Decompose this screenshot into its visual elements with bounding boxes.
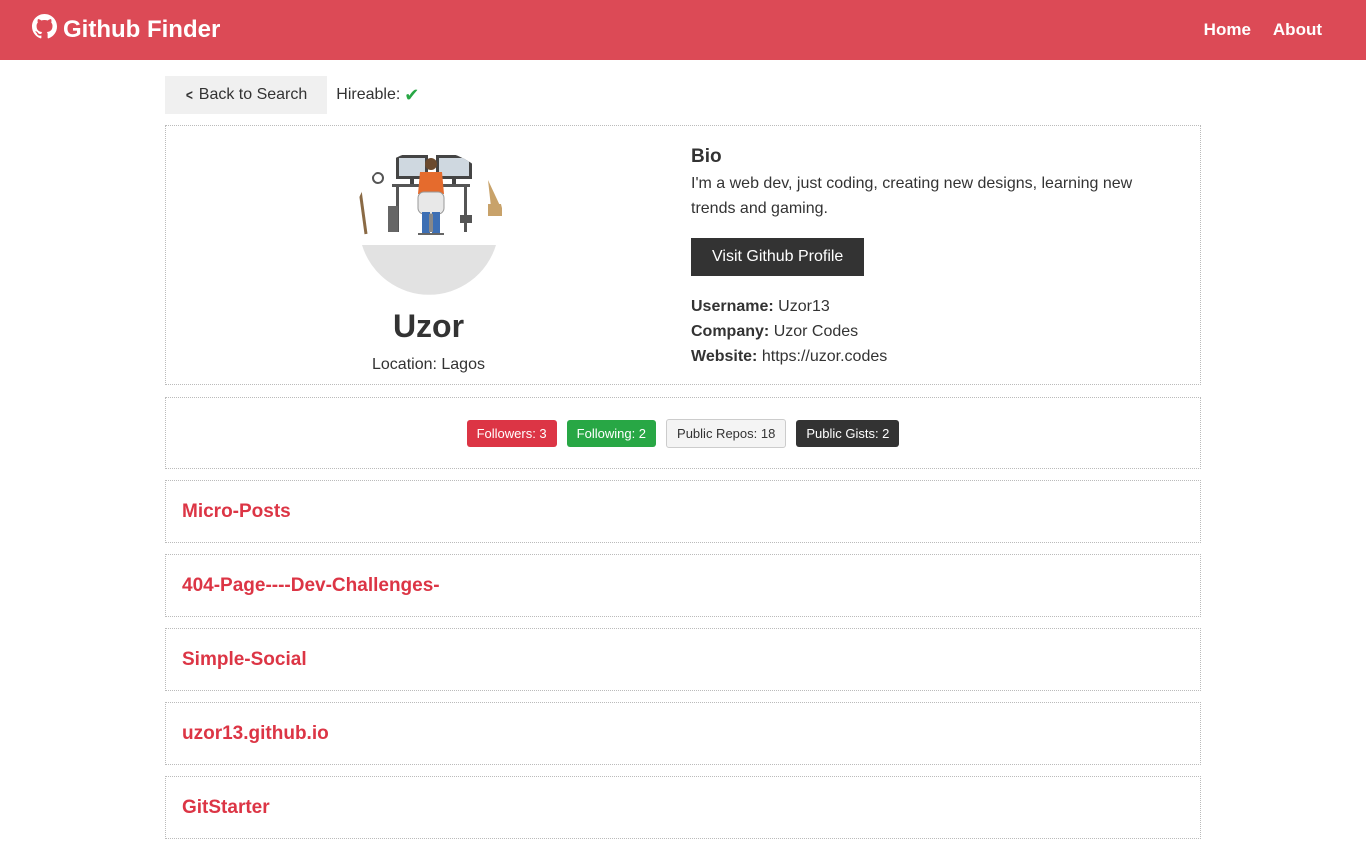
website-value: https://uzor.codes [761,348,888,365]
visit-github-profile-button[interactable]: Visit Github Profile [691,238,865,276]
profile-summary: Uzor Location: Lagos [166,126,691,384]
company-row: Company: Uzor Codes [691,319,1200,344]
repo-link[interactable]: uzor13.github.io [182,723,329,745]
hireable-status: Hireable: ✔ [336,85,419,106]
company-label: Company: [691,323,770,340]
github-icon [32,14,57,46]
hireable-label: Hireable: [336,86,401,103]
username-label: Username: [691,298,774,315]
profile-name: Uzor [392,308,465,344]
company-value: Uzor Codes [773,323,859,340]
check-icon: ✔ [404,84,420,105]
avatar [353,150,504,300]
public-gists-badge: Public Gists: 2 [796,419,900,447]
following-badge: Following: 2 [566,419,657,447]
website-row: Website: https://uzor.codes [691,344,1200,369]
bio-title: Bio [691,146,722,167]
navbar: Github Finder Home About [0,0,1366,60]
username-row: Username: Uzor13 [691,294,1200,319]
nav-links: Home About [1204,20,1322,40]
profile-location: Location: Lagos [372,356,485,373]
repo-link[interactable]: Simple-Social [182,649,307,671]
chevron-left-icon: < [185,86,193,104]
main-content: < Back to Search Hireable: ✔ Uzor Locati… [165,60,1201,839]
public-repos-badge: Public Repos: 18 [666,418,787,448]
repo-item: uzor13.github.io [165,702,1201,765]
repo-item: GitStarter [165,776,1201,839]
stats-card: Followers: 3 Following: 2 Public Repos: … [165,397,1201,469]
website-label: Website: [691,348,758,365]
brand-label: Github Finder [63,16,221,43]
username-value: Uzor13 [778,298,830,315]
repo-list: Micro-Posts 404-Page----Dev-Challenges- … [165,480,1201,839]
repo-item: 404-Page----Dev-Challenges- [165,554,1201,617]
profile-details: Bio I'm a web dev, just coding, creating… [691,126,1200,384]
repo-link[interactable]: GitStarter [182,797,270,819]
profile-card: Uzor Location: Lagos Bio I'm a web dev, … [165,125,1201,385]
back-to-search-label: Back to Search [198,86,308,103]
top-row: < Back to Search Hireable: ✔ [165,76,1201,114]
repo-item: Micro-Posts [165,480,1201,543]
repo-item: Simple-Social [165,628,1201,691]
followers-badge: Followers: 3 [466,419,557,447]
repo-link[interactable]: 404-Page----Dev-Challenges- [182,575,440,597]
repo-link[interactable]: Micro-Posts [182,501,291,523]
nav-home-link[interactable]: Home [1204,20,1251,40]
profile-meta: Username: Uzor13 Company: Uzor Codes Web… [691,294,1200,369]
nav-about-link[interactable]: About [1273,20,1322,40]
brand[interactable]: Github Finder [32,14,220,46]
bio-text: I'm a web dev, just coding, creating new… [691,175,1133,217]
back-to-search-button[interactable]: < Back to Search [165,76,328,114]
